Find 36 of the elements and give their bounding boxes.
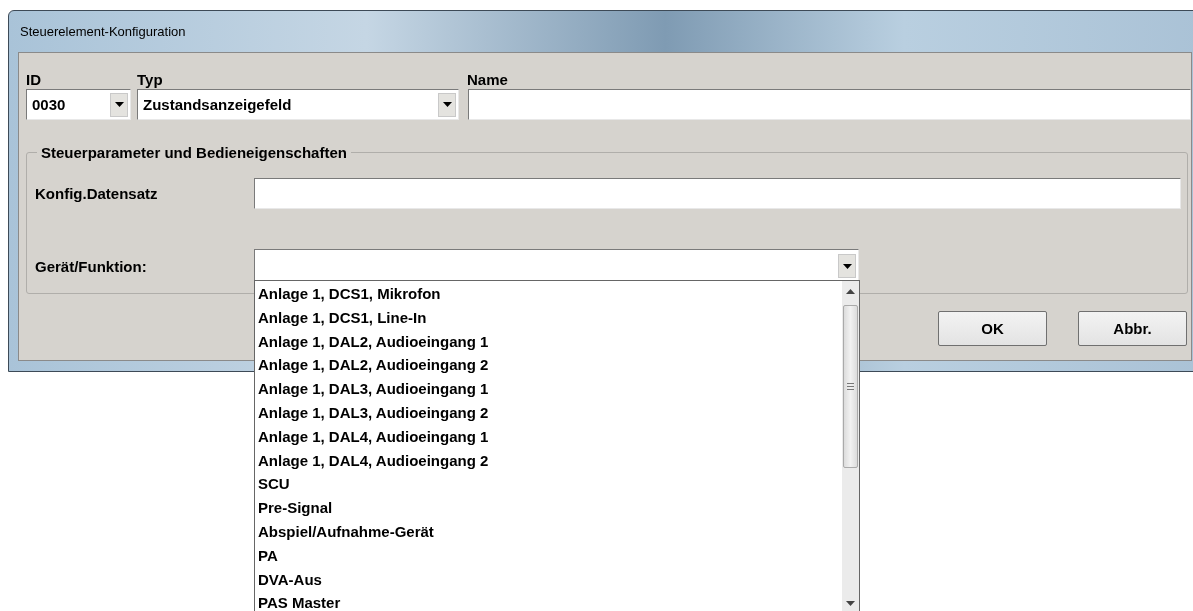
dropdown-option[interactable]: Anlage 1, DAL3, Audioeingang 2 <box>255 401 842 425</box>
dropdown-option[interactable]: PAS Master <box>255 591 842 611</box>
dropdown-option[interactable]: Abspiel/Aufnahme-Gerät <box>255 519 842 544</box>
group-legend: Steuerparameter und Bedieneigenschaften <box>37 144 351 161</box>
dropdown-option[interactable]: Anlage 1, DCS1, Mikrofon <box>255 282 842 306</box>
scroll-up-icon[interactable] <box>846 289 855 294</box>
caret-icon <box>442 102 452 107</box>
dropdown-option[interactable]: Anlage 1, DAL4, Audioeingang 1 <box>255 424 842 449</box>
dialog-button[interactable]: Abbr. <box>1078 311 1187 346</box>
device-label: Gerät/Funktion: <box>35 257 148 275</box>
dropdown-option[interactable]: Pre-Signal <box>255 496 842 520</box>
name-field[interactable] <box>468 89 1191 120</box>
scroll-down-icon[interactable] <box>846 601 855 606</box>
grip-icon <box>847 383 854 390</box>
dropdown-option[interactable]: Anlage 1, DAL2, Audioeingang 1 <box>255 329 842 354</box>
dialog-button[interactable]: OK <box>938 311 1047 346</box>
dropdown-option[interactable]: Anlage 1, DAL4, Audioeingang 2 <box>255 448 842 473</box>
caret-icon <box>842 263 852 269</box>
id-dropdown[interactable]: 0030 <box>26 89 131 120</box>
scroll-thumb[interactable] <box>843 305 858 468</box>
window-title: Steuerelement-Konfiguration <box>20 24 186 39</box>
type-dropdown[interactable]: Zustandsanzeigefeld <box>137 89 459 120</box>
id-label: ID <box>26 71 42 88</box>
dropdown-option[interactable]: Anlage 1, DAL2, Audioeingang 2 <box>255 353 842 378</box>
dropdown-option[interactable]: Anlage 1, DAL3, Audioeingang 1 <box>255 377 842 401</box>
caret-icon <box>114 102 124 107</box>
dropdown-option[interactable]: DVA-Aus <box>255 567 842 592</box>
type-label: Typ <box>137 71 164 88</box>
dropdown-option[interactable]: Anlage 1, DCS1, Line-In <box>255 305 842 330</box>
device-dropdown[interactable] <box>254 249 859 283</box>
config-label: Konfig.Datensatz <box>35 185 159 202</box>
scrollbar[interactable] <box>842 281 859 611</box>
name-label: Name <box>467 71 508 88</box>
dropdown-option[interactable]: PA <box>255 543 842 568</box>
dropdown-option[interactable]: SCU <box>255 472 842 497</box>
config-field[interactable] <box>254 178 1181 209</box>
